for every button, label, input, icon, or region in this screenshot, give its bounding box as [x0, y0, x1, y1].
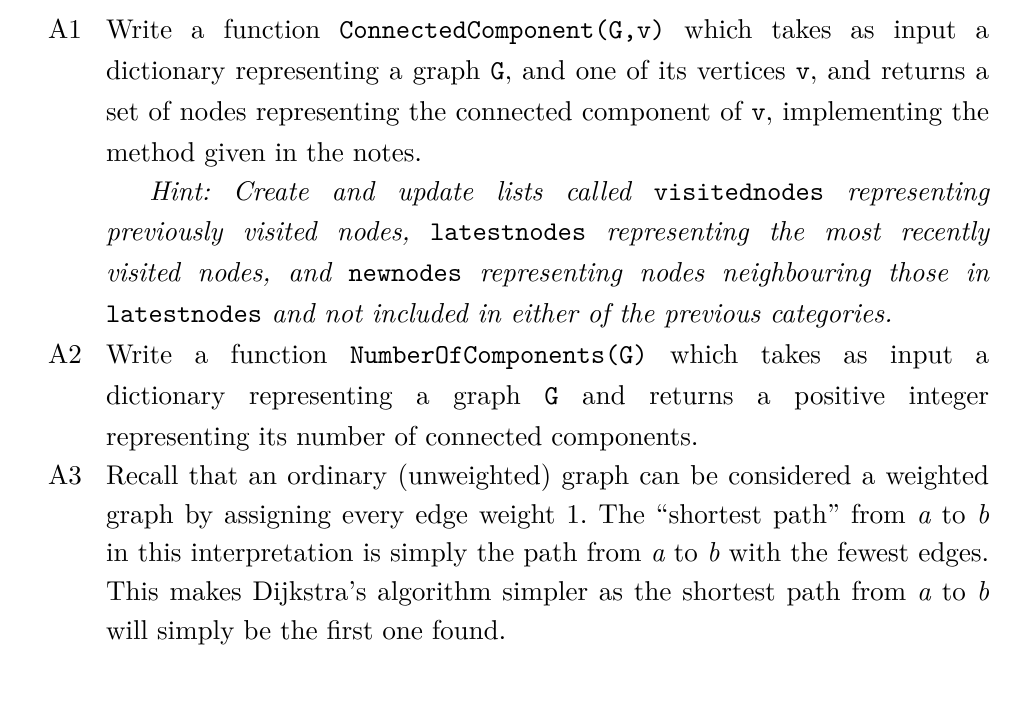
item-body: Write a function ConnectedComponent(G,v)…	[106, 8, 989, 333]
code-span: NumberOfComponents(G)	[350, 336, 648, 372]
text-span: and not included in either of the previo…	[262, 292, 892, 330]
text-span: representing nodes neighbouring those in	[462, 251, 989, 289]
math-var: b	[707, 531, 719, 569]
code-span: ConnectedComponent(G,v)	[339, 11, 665, 47]
code-span: latestnodes	[430, 213, 586, 249]
item-body: Write a function NumberOfComponents(G) w…	[106, 333, 989, 454]
code-span: visitednodes	[654, 173, 824, 209]
item-label: A3	[48, 454, 106, 493]
text-span: will simply be the first one found.	[106, 609, 506, 647]
code-span: latestnodes	[106, 295, 262, 331]
item-label: A2	[48, 333, 106, 372]
math-var: a	[917, 570, 931, 608]
text-span: , and one of its vertices	[505, 49, 796, 87]
list-item: A1 Write a function ConnectedComponent(G…	[48, 8, 989, 333]
paragraph: Recall that an ordinary (unweighted) gra…	[106, 454, 989, 648]
hint-paragraph: Hint: Create and update lists called vis…	[106, 170, 989, 334]
code-span: G	[544, 377, 558, 413]
code-span: G	[490, 52, 504, 88]
text-span: Hint: Create and update lists called	[149, 170, 654, 208]
list-item: A2 Write a function NumberOfComponents(G…	[48, 333, 989, 454]
text-span: to	[931, 570, 977, 608]
item-body: Recall that an ordinary (unweighted) gra…	[106, 454, 989, 648]
item-label: A1	[48, 8, 106, 47]
math-var: b	[977, 570, 989, 608]
math-var: a	[651, 531, 665, 569]
text-span: Write a function	[106, 8, 339, 46]
text-span: Recall that an ordinary (unweighted) gra…	[106, 454, 989, 531]
text-span: in this interpretation is simply the pat…	[106, 531, 651, 569]
paragraph: Write a function ConnectedComponent(G,v)…	[106, 8, 989, 170]
math-var: b	[977, 493, 989, 531]
page: A1 Write a function ConnectedComponent(G…	[0, 0, 1017, 648]
text-span: to	[665, 531, 707, 569]
code-span: v	[751, 93, 765, 129]
math-var: a	[917, 493, 931, 531]
code-span: v	[796, 52, 810, 88]
paragraph: Write a function NumberOfComponents(G) w…	[106, 333, 989, 454]
code-span: newnodes	[348, 254, 461, 290]
list-item: A3 Recall that an ordinary (unweighted) …	[48, 454, 989, 648]
text-span: Write a function	[106, 333, 350, 371]
text-span: to	[931, 493, 977, 531]
